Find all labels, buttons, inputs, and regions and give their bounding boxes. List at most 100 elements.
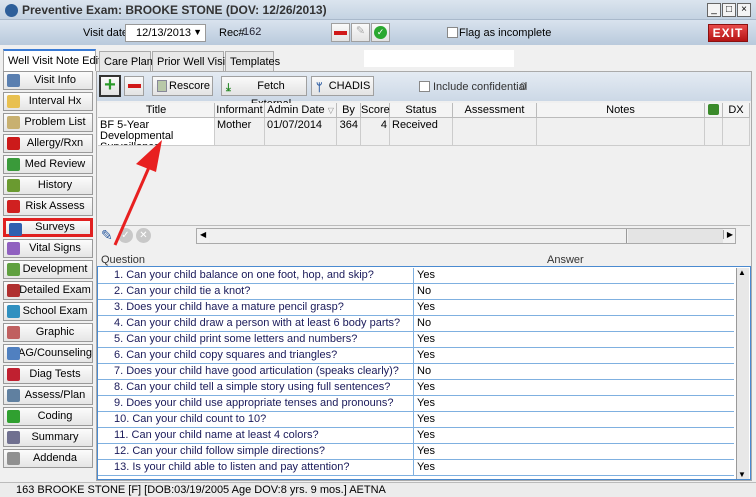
grid-cell-by[interactable]: 364 xyxy=(337,118,361,146)
sidebar-item-risk-assess[interactable]: Risk Assess xyxy=(3,197,93,216)
grid-cell-score[interactable]: 4 xyxy=(361,118,390,146)
maximize-button[interactable]: □ xyxy=(722,3,736,17)
grid-cell-notes[interactable] xyxy=(537,118,705,146)
sidebar-item-graphic[interactable]: Graphic xyxy=(3,323,93,342)
sidebar-item-detailed-exam[interactable]: Detailed Exam xyxy=(3,281,93,300)
grid-cell-assessment[interactable] xyxy=(453,118,537,146)
sidebar-item-addenda[interactable]: Addenda xyxy=(3,449,93,468)
question-text: 3. Does your child have a mature pencil … xyxy=(98,300,414,315)
column-header-admin_date[interactable]: Admin Date ▽ xyxy=(265,103,337,118)
chadis-button[interactable]: ᛘ CHADIS xyxy=(311,76,374,96)
horizontal-scrollbar[interactable]: ◀ ▶ xyxy=(196,228,736,244)
answer-value[interactable]: Yes xyxy=(415,268,435,283)
column-header-notes-icon[interactable] xyxy=(705,103,723,118)
grid-cell-informant[interactable]: Mother xyxy=(215,118,265,146)
approve-visit-button[interactable]: ✓ xyxy=(371,23,390,42)
sidebar-item-diag-tests[interactable]: Diag Tests xyxy=(3,365,93,384)
sidebar-item-label: Coding xyxy=(37,410,73,422)
edit-visit-button[interactable]: ✎ xyxy=(351,23,370,42)
fetch-external-button[interactable]: ⤓Fetch External xyxy=(221,76,307,110)
question-row[interactable]: 6. Can your child copy squares and trian… xyxy=(98,348,734,364)
scroll-right-icon[interactable]: ▶ xyxy=(722,230,733,239)
tab-well-visit-note-editor[interactable]: Well Visit Note Editor xyxy=(3,49,111,71)
sidebar-item-summary[interactable]: Summary xyxy=(3,428,93,447)
column-header-status[interactable]: Status xyxy=(390,103,453,118)
grid-cell-flag[interactable] xyxy=(705,118,723,146)
sidebar-item-coding[interactable]: Coding xyxy=(3,407,93,426)
sidebar-item-problem-list[interactable]: Problem List xyxy=(3,113,93,132)
visit-date-dropdown[interactable]: 12/13/2013 ▼ xyxy=(125,24,206,42)
tab-care-plans[interactable]: Care Plans xyxy=(99,51,158,71)
scrollbar-thumb[interactable] xyxy=(209,229,627,243)
answer-value[interactable]: Yes xyxy=(415,332,435,347)
question-row[interactable]: 9. Does your child use appropriate tense… xyxy=(98,396,734,412)
answer-value[interactable]: Yes xyxy=(415,380,435,395)
question-row[interactable]: 2. Can your child tie a knot? No xyxy=(98,284,734,300)
scroll-up-icon[interactable]: ▲ xyxy=(738,268,746,277)
grid-cell-dx[interactable] xyxy=(723,118,750,146)
minimize-button[interactable]: _ xyxy=(707,3,721,17)
vertical-scrollbar[interactable]: ▲ ▼ xyxy=(736,268,749,479)
sidebar-item-ag-counseling[interactable]: AG/Counseling xyxy=(3,344,93,363)
sidebar-item-visit-info[interactable]: Visit Info xyxy=(3,71,93,90)
answer-value[interactable]: Yes xyxy=(415,412,435,427)
minus-icon xyxy=(334,31,347,35)
include-confidential-checkbox[interactable] xyxy=(419,81,430,92)
sidebar-item-history[interactable]: History xyxy=(3,176,93,195)
exit-button[interactable]: EXIT xyxy=(708,24,748,42)
question-row[interactable]: 4. Can your child draw a person with at … xyxy=(98,316,734,332)
answer-value[interactable]: Yes xyxy=(415,396,435,411)
flag-incomplete-checkbox[interactable] xyxy=(447,27,458,38)
question-row[interactable]: 10. Can your child count to 10? Yes xyxy=(98,412,734,428)
question-row[interactable]: 1. Can your child balance on one foot, h… xyxy=(98,268,734,284)
sidebar-item-icon xyxy=(7,284,20,297)
sidebar-item-assess-plan[interactable]: Assess/Plan xyxy=(3,386,93,405)
sidebar-item-interval-hx[interactable]: Interval Hx xyxy=(3,92,93,111)
grid-cell-status[interactable]: Received xyxy=(390,118,453,146)
tab-templates[interactable]: Templates xyxy=(225,51,280,71)
column-header-by[interactable]: By xyxy=(337,103,361,118)
column-header-assessment[interactable]: Assessment xyxy=(453,103,537,118)
tab-prior-well-visits[interactable]: Prior Well Visits xyxy=(152,51,234,71)
scroll-left-icon[interactable]: ◀ xyxy=(200,230,206,239)
answer-value[interactable]: Yes xyxy=(415,300,435,315)
sidebar-item-label: Visit Info xyxy=(34,74,76,86)
scroll-down-icon[interactable]: ▼ xyxy=(738,470,746,479)
answer-value[interactable]: Yes xyxy=(415,348,435,363)
column-header-title[interactable]: Title xyxy=(98,103,215,118)
sidebar-item-development[interactable]: Development xyxy=(3,260,93,279)
sidebar-item-icon xyxy=(7,452,20,465)
sidebar-item-surveys[interactable]: Surveys xyxy=(3,218,93,237)
scrollbar-track[interactable] xyxy=(628,229,723,243)
grid-cell-admin_date[interactable]: 01/07/2014 xyxy=(265,118,337,146)
rescore-button[interactable]: Rescore xyxy=(152,76,213,96)
question-row[interactable]: 12. Can your child follow simple directi… xyxy=(98,444,734,460)
answer-value[interactable]: Yes xyxy=(415,428,435,443)
remove-survey-button[interactable] xyxy=(124,76,144,96)
sidebar-item-label: AG/Counseling xyxy=(18,347,92,359)
sort-icon: ▽ xyxy=(327,106,334,115)
sidebar-item-vital-signs[interactable]: Vital Signs xyxy=(3,239,93,258)
add-survey-button[interactable]: + xyxy=(99,75,121,97)
column-header-score[interactable]: Score xyxy=(361,103,390,118)
sidebar-item-med-review[interactable]: Med Review xyxy=(3,155,93,174)
column-header-notes[interactable]: Notes xyxy=(537,103,705,118)
column-header-dx[interactable]: DX xyxy=(723,103,750,118)
plus-icon: + xyxy=(104,74,116,96)
delete-visit-button[interactable] xyxy=(331,23,350,42)
question-row[interactable]: 13. Is your child able to listen and pay… xyxy=(98,460,734,476)
question-row[interactable]: 3. Does your child have a mature pencil … xyxy=(98,300,734,316)
question-row[interactable]: 5. Can your child print some letters and… xyxy=(98,332,734,348)
question-row[interactable]: 11. Can your child name at least 4 color… xyxy=(98,428,734,444)
sidebar-item-allergy-rxn[interactable]: Allergy/Rxn xyxy=(3,134,93,153)
answer-value[interactable]: No xyxy=(415,316,431,331)
answer-value[interactable]: No xyxy=(415,364,431,379)
column-header-informant[interactable]: Informant xyxy=(215,103,265,118)
answer-value[interactable]: Yes xyxy=(415,444,435,459)
answer-value[interactable]: No xyxy=(415,284,431,299)
question-row[interactable]: 7. Does your child have good articulatio… xyxy=(98,364,734,380)
question-row[interactable]: 8. Can your child tell a simple story us… xyxy=(98,380,734,396)
close-button[interactable]: × xyxy=(737,3,751,17)
answer-value[interactable]: Yes xyxy=(415,460,435,475)
sidebar-item-school-exam[interactable]: School Exam xyxy=(3,302,93,321)
